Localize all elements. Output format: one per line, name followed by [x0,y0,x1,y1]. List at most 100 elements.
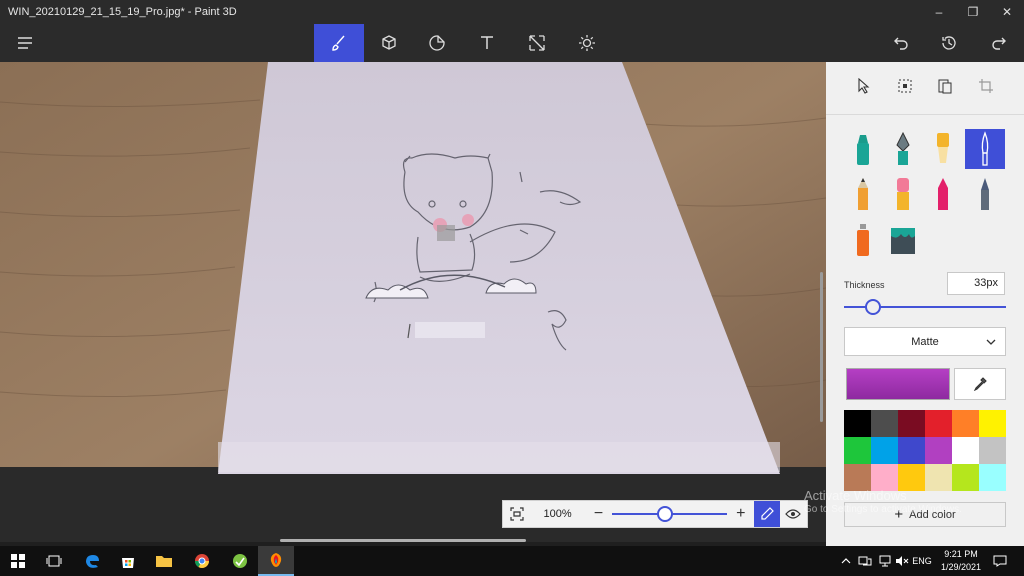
color-swatch[interactable] [871,464,898,491]
brushes-tool-button[interactable] [314,24,364,62]
menu-button[interactable] [0,24,50,62]
text-tool-button[interactable] [462,24,512,62]
taskbar-paint-3d[interactable] [258,546,294,576]
brush-icon [332,35,345,51]
color-swatch[interactable] [898,464,925,491]
tray-overflow-button[interactable] [838,546,854,576]
chrome-icon [195,554,209,568]
sticker-icon [429,35,445,51]
oil-brush[interactable] [923,129,963,169]
color-swatch[interactable] [871,437,898,464]
drawing-canvas[interactable] [0,62,826,542]
redo-button[interactable] [974,24,1024,62]
color-swatch[interactable] [844,410,871,437]
color-swatch[interactable] [898,437,925,464]
taskbar-clock[interactable]: 9:21 PM 1/29/2021 [932,548,990,574]
pixel-pen-icon [981,178,989,210]
color-swatch[interactable] [925,410,952,437]
taskbar-app-green[interactable] [222,546,258,576]
start-button[interactable] [0,546,36,576]
maximize-button[interactable]: ❐ [956,0,990,24]
task-view-icon [46,555,62,567]
thickness-slider-thumb[interactable] [865,299,882,315]
spray-can-brush[interactable] [843,220,883,260]
color-swatch[interactable] [898,410,925,437]
tray-sync-icon-button[interactable] [856,546,874,576]
close-button[interactable]: ✕ [990,0,1024,24]
eraser-icon [897,178,909,210]
effects-tool-button[interactable] [562,24,612,62]
color-swatch[interactable] [871,410,898,437]
color-swatch[interactable] [979,437,1006,464]
color-swatch[interactable] [979,410,1006,437]
color-swatch[interactable] [952,437,979,464]
pixel-pen-brush[interactable] [965,174,1005,214]
network-icon [879,555,891,567]
history-button[interactable] [924,24,974,62]
color-swatch[interactable] [925,437,952,464]
color-palette [844,410,1006,491]
select-tool-button[interactable] [854,76,874,96]
undo-icon [894,37,908,50]
color-swatch[interactable] [952,410,979,437]
vertical-scrollbar[interactable] [820,272,823,422]
crayon-icon [938,178,948,210]
zoom-slider-thumb[interactable] [657,506,674,522]
watermark-title: Activate Windows [804,488,907,503]
green-app-icon [233,554,247,568]
canvas-tool-button[interactable] [512,24,562,62]
zoom-in-button[interactable]: + [727,500,754,528]
thickness-label: Thickness [844,280,885,290]
minimize-button[interactable]: – [922,0,956,24]
thickness-input[interactable]: 33px [947,272,1005,295]
crayon-brush[interactable] [923,174,963,214]
fill-bucket-brush[interactable] [883,220,923,260]
task-view-button[interactable] [36,546,72,576]
language-indicator[interactable]: ENG [910,546,934,576]
zoom-out-button[interactable]: − [585,500,612,528]
stickers-tool-button[interactable] [412,24,462,62]
calligraphy-pen-icon [896,131,910,165]
color-swatch[interactable] [952,464,979,491]
horizontal-scrollbar[interactable] [280,539,526,542]
watercolor-brush[interactable] [965,129,1005,169]
fit-to-screen-button[interactable] [503,500,530,528]
crop-button[interactable] [976,76,996,96]
color-swatch[interactable] [925,464,952,491]
text-icon [481,36,493,49]
menu-icon [18,37,32,49]
taskbar-store[interactable] [110,546,146,576]
paste-button[interactable] [935,76,955,96]
color-swatch[interactable] [844,464,871,491]
zoom-control-bar: 100% − + [502,500,808,528]
calligraphy-pen-brush[interactable] [883,129,923,169]
tray-network-button[interactable] [876,546,894,576]
color-swatch[interactable] [979,464,1006,491]
fill-bucket-icon [891,228,915,254]
zoom-slider[interactable] [612,500,728,528]
finish-dropdown[interactable]: Matte [844,327,1006,356]
pencil-icon [858,178,868,210]
color-swatch[interactable] [844,437,871,464]
marker-brush[interactable] [843,129,883,169]
taskbar-file-explorer[interactable] [146,546,182,576]
pencil-brush[interactable] [843,174,883,214]
taskbar-edge[interactable] [74,546,110,576]
view-mode-button[interactable] [780,500,807,528]
marquee-select-button[interactable] [895,76,915,96]
undo-button[interactable] [876,24,926,62]
eyedropper-button[interactable] [954,368,1006,400]
tray-volume-button[interactable] [894,546,910,576]
activate-windows-watermark: Activate Windows Go to Settings to activ… [804,488,962,515]
main-toolbar [0,24,1024,62]
eraser-brush[interactable] [883,174,923,214]
sync-icon [858,556,872,566]
current-color-swatch[interactable] [846,368,950,400]
marquee-icon [898,79,912,93]
action-center-button[interactable] [990,546,1010,576]
taskbar-chrome[interactable] [184,546,220,576]
panel-divider [826,114,1024,115]
zoom-percentage: 100% [543,508,572,520]
draw-mode-button[interactable] [754,501,780,527]
3d-shapes-tool-button[interactable] [364,24,414,62]
